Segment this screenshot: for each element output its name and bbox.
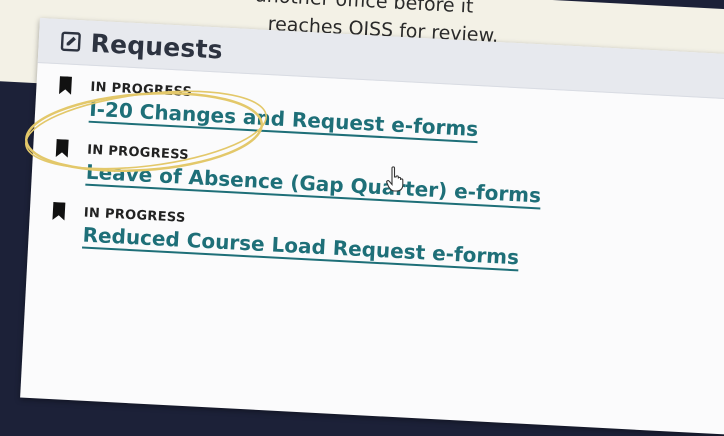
request-list: IN PROGRESS I-20 Changes and Request e-f… xyxy=(28,63,724,282)
card-title: Requests xyxy=(90,28,224,65)
bookmark-icon xyxy=(59,76,72,95)
bookmark-icon xyxy=(55,139,69,158)
bookmark-icon xyxy=(52,201,66,221)
edit-icon xyxy=(60,31,81,52)
requests-card: Requests IN PROGRESS I-20 Changes and Re… xyxy=(20,18,724,436)
request-item: IN PROGRESS Reduced Course Load Request … xyxy=(50,201,724,282)
request-item: IN PROGRESS Leave of Absence (Gap Quarte… xyxy=(53,139,724,219)
